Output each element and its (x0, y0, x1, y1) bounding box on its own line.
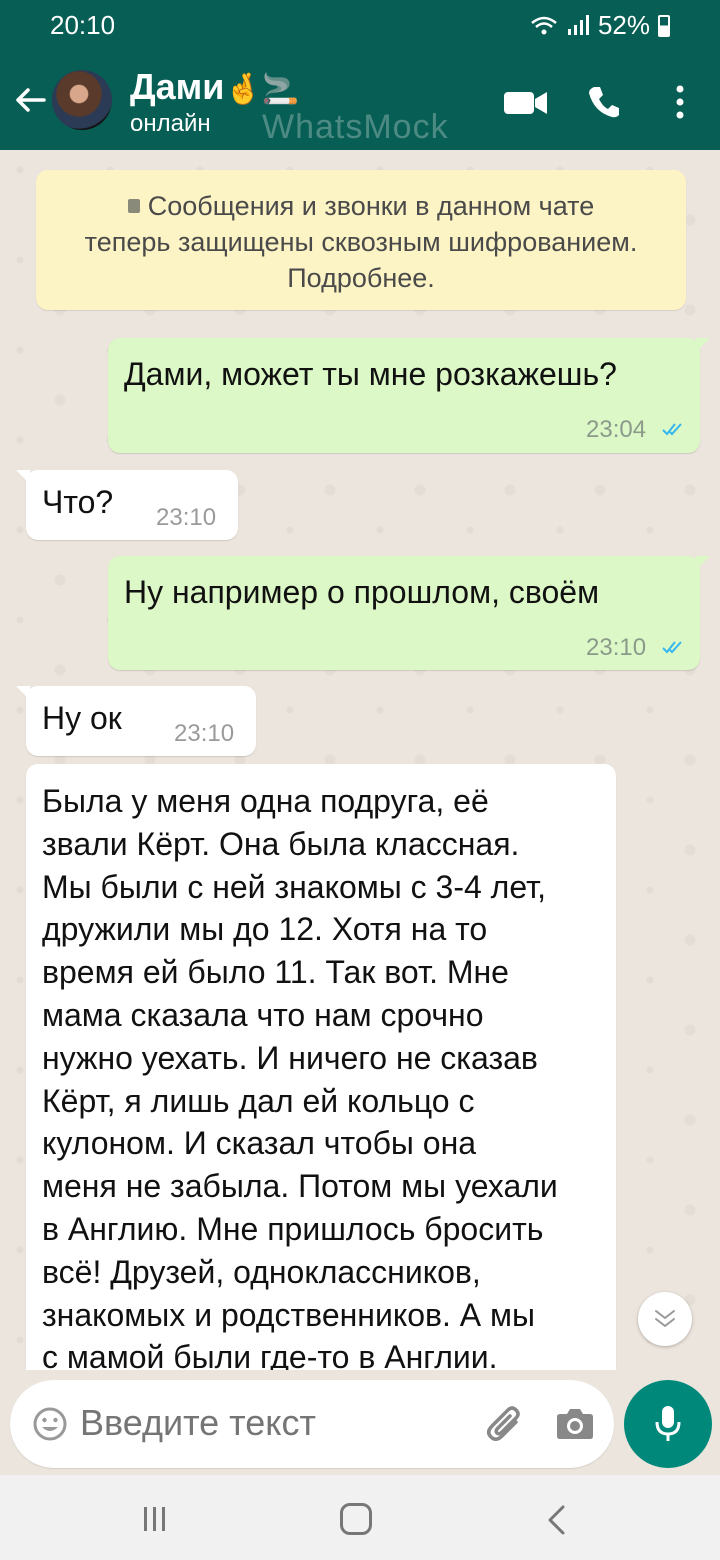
message-text: Дами, может ты мне розкажешь? (124, 356, 617, 392)
message-input-container (10, 1380, 614, 1468)
message-text: Что? (42, 484, 114, 520)
scroll-to-bottom-button[interactable] (638, 1292, 692, 1346)
watermark: WhatsMock (262, 108, 449, 146)
read-ticks-icon (662, 423, 682, 436)
message-time: 23:10 (174, 720, 235, 747)
message-line: знакомых и родственников. А мы (42, 1296, 535, 1333)
recent-apps-icon[interactable] (142, 1507, 168, 1531)
message-line: мама сказала что нам срочно (42, 996, 484, 1033)
message-line: Кёрт, я лишь дал ей кольцо с (42, 1082, 475, 1119)
wifi-icon (531, 16, 557, 34)
attach-icon[interactable] (486, 1402, 526, 1446)
message-time: 23:04 (586, 416, 647, 443)
signal-icon (567, 14, 589, 35)
incoming-long-message[interactable]: Была у меня одна подруга, её звали Кёрт.… (26, 764, 616, 1370)
message-line: меня не забыла. Потом мы уехали (42, 1168, 558, 1205)
battery-icon (658, 14, 670, 37)
voice-call-icon[interactable] (586, 84, 622, 120)
message-line: нужно уехать. И ничего не сказав (42, 1039, 538, 1076)
status-time: 20:10 (50, 10, 116, 40)
contact-status: онлайн (130, 110, 211, 137)
lock-icon (127, 199, 140, 213)
contact-name-text: Дами (130, 66, 225, 107)
contact-name[interactable]: Дами🤞🚬 (130, 66, 299, 108)
contact-name-emoji: 🤞🚬 (224, 73, 300, 106)
message-time: 23:10 (156, 504, 217, 531)
incoming-message[interactable]: Ну ок 23:10 (16, 686, 256, 756)
status-bar: 20:10 52% (0, 0, 720, 52)
outgoing-message[interactable]: Ну например о прошлом, своём 23:10 (108, 556, 710, 670)
battery-percent: 52% (597, 10, 650, 40)
message-line: время ей было 11. Так вот. Мне (42, 954, 509, 991)
nav-back-icon[interactable] (546, 1505, 568, 1535)
outgoing-message[interactable]: Дами, может ты мне розкажешь? 23:04 (108, 338, 710, 453)
video-call-icon[interactable] (504, 90, 548, 116)
message-text: Ну например о прошлом, своём (124, 574, 600, 610)
message-line: звали Кёрт. Она была классная. (42, 825, 520, 862)
voice-message-button[interactable] (624, 1380, 712, 1468)
bubble-tail (696, 338, 710, 352)
message-time: 23:10 (586, 634, 647, 661)
encryption-notice[interactable]: Сообщения и звонки в данном чате теперь … (36, 170, 686, 310)
input-bar (0, 1370, 720, 1475)
emoji-icon[interactable] (32, 1406, 68, 1442)
microphone-icon (655, 1406, 681, 1441)
read-ticks-icon (662, 641, 682, 654)
system-navigation-bar (0, 1475, 720, 1560)
more-options-icon[interactable] (670, 82, 690, 122)
incoming-message[interactable]: Что? 23:10 (16, 470, 238, 540)
bubble-tail (696, 556, 710, 570)
message-input[interactable] (80, 1402, 480, 1444)
message-line: Была у меня одна подруга, её (42, 783, 489, 819)
message-line: дружили мы до 12. Хотя на то (42, 911, 488, 948)
message-line: всё! Друзей, одноклассников, (42, 1253, 481, 1290)
encryption-notice-link[interactable]: Подробнее. (36, 260, 686, 296)
contact-avatar[interactable] (52, 70, 112, 130)
encryption-notice-line-1: Сообщения и звонки в данном чате (147, 191, 595, 221)
home-icon[interactable] (340, 1503, 372, 1535)
message-line: с мамой были где-то в Англии. (42, 1339, 498, 1370)
chat-area[interactable]: Сообщения и звонки в данном чате теперь … (0, 150, 720, 1370)
message-text: Ну ок (42, 700, 122, 736)
message-line: кулоном. И сказал чтобы она (42, 1125, 477, 1162)
camera-icon[interactable] (556, 1406, 594, 1440)
bubble-tail (16, 470, 30, 484)
message-line: в Англию. Мне пришлось бросить (42, 1210, 544, 1247)
status-icons: 52% (530, 10, 670, 41)
message-line: Мы были с ней знакомы с 3-4 лет, (42, 868, 547, 905)
back-arrow-icon[interactable] (12, 82, 48, 118)
message-text: Была у меня одна подруга, её звали Кёрт.… (42, 780, 608, 1370)
chat-header: Дами🤞🚬 онлайн WhatsMock (0, 52, 720, 150)
encryption-notice-line-2: теперь защищены сквозным шифрованием. (84, 227, 638, 257)
bubble-tail (16, 686, 30, 700)
double-chevron-down-icon (655, 1310, 675, 1327)
